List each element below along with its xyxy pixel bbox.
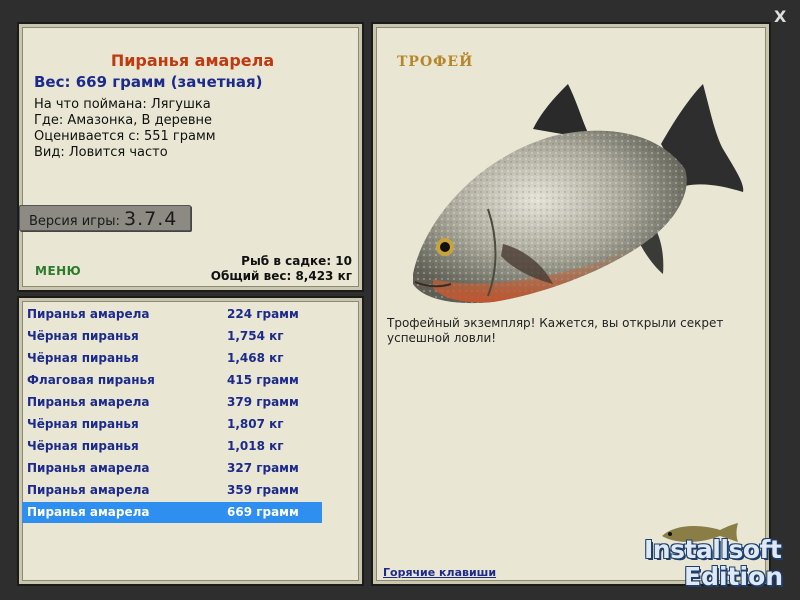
location: Где: Амазонка, В деревне xyxy=(34,113,212,128)
fish-weight: Вес: 669 грамм (зачетная) xyxy=(34,73,263,91)
list-item-weight: 224 грамм xyxy=(227,307,299,321)
fish-count: Рыб в садке: 10 xyxy=(241,254,352,268)
fish-info-panel: Пиранья амарела Вес: 669 грамм (зачетная… xyxy=(17,22,364,292)
brand-line2: Edition xyxy=(684,562,784,591)
list-item[interactable]: Пиранья амарела 379 грамм xyxy=(22,392,322,413)
list-item-name: Флаговая пиранья xyxy=(27,373,155,387)
list-item-name: Чёрная пиранья xyxy=(27,417,139,431)
list-item-name: Пиранья амарела xyxy=(27,395,150,409)
close-button[interactable]: X xyxy=(774,7,786,26)
brand-line1: Installsoft xyxy=(644,535,782,564)
list-item-name: Чёрная пиранья xyxy=(27,351,139,365)
list-item-weight: 415 грамм xyxy=(227,373,299,387)
trophy-panel: ТРОФЕЙ Трофейный экземпляр! Кажется, вы … xyxy=(371,22,771,586)
list-item-name: Пиранья амарела xyxy=(27,461,150,475)
list-item-weight: 1,807 кг xyxy=(227,417,284,431)
total-weight: Общий вес: 8,423 кг xyxy=(210,269,352,283)
brand-watermark: Installsoft Edition xyxy=(640,530,800,600)
list-item[interactable]: Флаговая пиранья 415 грамм xyxy=(22,370,322,391)
list-item-weight: 359 грамм xyxy=(227,483,299,497)
game-window: X Пиранья амарела Вес: 669 грамм (зачетн… xyxy=(0,0,800,600)
version-number: 3.7.4 xyxy=(124,208,178,230)
trophy-description: Трофейный экземпляр! Кажется, вы открыли… xyxy=(387,316,724,345)
catch-list-panel: Пиранья амарела 224 грамм Чёрная пиранья… xyxy=(17,296,364,586)
list-item-name: Пиранья амарела xyxy=(27,483,150,497)
caught-with: На что поймана: Лягушка xyxy=(34,97,211,112)
catch-frequency: Вид: Ловится часто xyxy=(34,145,168,160)
list-item-name: Чёрная пиранья xyxy=(27,439,139,453)
valued-from: Оценивается с: 551 грамм xyxy=(34,129,216,144)
hotkeys-link[interactable]: Горячие клавиши xyxy=(383,566,496,579)
fish-title: Пиранья амарела xyxy=(110,51,275,70)
list-item[interactable]: Пиранья амарела 224 грамм xyxy=(22,304,322,325)
menu-button[interactable]: МЕНЮ xyxy=(35,264,81,278)
list-item-name: Пиранья амарела xyxy=(27,505,150,519)
piranha-image xyxy=(413,84,744,304)
list-item-weight: 379 грамм xyxy=(227,395,299,409)
list-item-name: Пиранья амарела xyxy=(27,307,150,321)
list-item[interactable]: Пиранья амарела 327 грамм xyxy=(22,458,322,479)
version-label: Версия игры: xyxy=(29,214,120,229)
list-item-weight: 669 грамм xyxy=(227,505,299,519)
list-item-weight: 1,018 кг xyxy=(227,439,284,453)
version-badge: Версия игры: 3.7.4 xyxy=(19,205,191,231)
keepnet-stats: Рыб в садке: 10 Общий вес: 8,423 кг xyxy=(211,254,352,284)
trophy-label: ТРОФЕЙ xyxy=(397,54,474,70)
list-item-weight: 327 грамм xyxy=(227,461,299,475)
list-item[interactable]: Чёрная пиранья 1,807 кг xyxy=(22,414,322,435)
list-item[interactable]: Чёрная пиранья 1,754 кг xyxy=(22,326,322,347)
list-item-weight: 1,468 кг xyxy=(227,351,284,365)
list-item-name: Чёрная пиранья xyxy=(27,329,139,343)
fish-details: На что поймана: Лягушка Где: Амазонка, В… xyxy=(34,97,216,161)
list-item[interactable]: Чёрная пиранья 1,468 кг xyxy=(22,348,322,369)
list-item[interactable]: Пиранья амарела 359 грамм xyxy=(22,480,322,501)
list-item-selected[interactable]: Пиранья амарела 669 грамм xyxy=(22,502,322,523)
list-item-weight: 1,754 кг xyxy=(227,329,284,343)
list-item[interactable]: Чёрная пиранья 1,018 кг xyxy=(22,436,322,457)
